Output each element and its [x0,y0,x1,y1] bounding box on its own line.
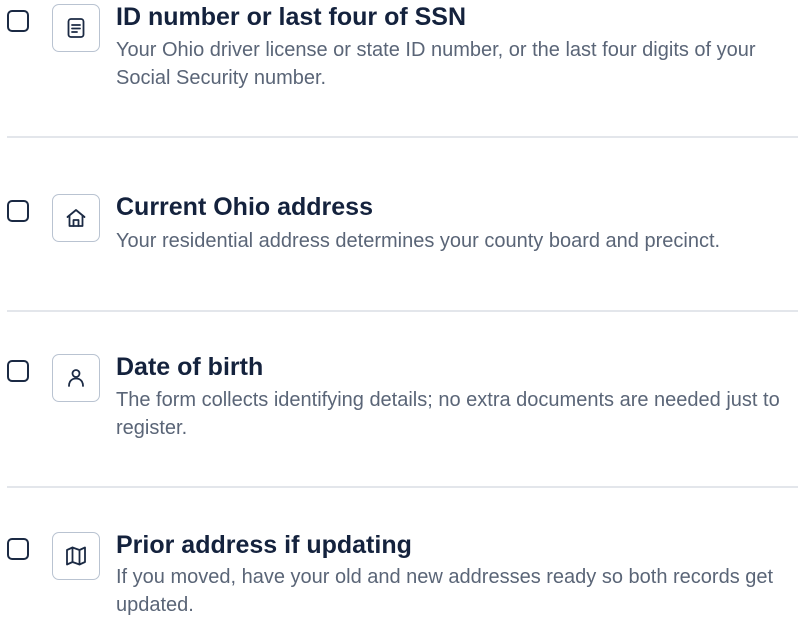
person-icon-box [52,354,100,402]
item-description: Your residential address determines your… [116,230,721,252]
item-title: Prior address if updating [116,531,412,559]
prior-address-checkbox[interactable] [7,538,29,560]
date-of-birth-checkbox[interactable] [7,360,29,382]
item-description: Your Ohio driver license or state ID num… [116,39,756,89]
home-icon-box [52,194,100,242]
divider [7,486,798,488]
item-description: If you moved, have your old and new addr… [116,566,774,616]
current-address-checkbox[interactable] [7,200,29,222]
home-icon [66,209,86,227]
item-description: The form collects identifying details; n… [116,389,780,439]
divider [7,136,798,138]
person-icon [68,369,84,387]
map-icon-box [52,532,100,580]
map-icon [66,546,86,566]
document-icon-box [52,4,100,52]
item-title: ID number or last four of SSN [116,3,467,31]
item-title: Date of birth [116,353,264,381]
document-icon [67,18,85,38]
id-number-checkbox[interactable] [7,10,29,32]
item-title: Current Ohio address [116,193,373,221]
divider [7,310,798,312]
